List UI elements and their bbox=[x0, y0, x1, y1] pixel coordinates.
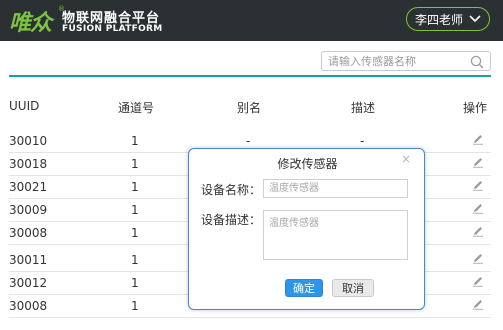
device-name-input[interactable] bbox=[263, 179, 408, 198]
user-name: 李四老师 bbox=[414, 12, 463, 27]
column-header-uuid: UUID bbox=[9, 99, 40, 113]
cell-channel: 1 bbox=[131, 299, 139, 313]
cell-channel: 1 bbox=[131, 134, 139, 148]
edit-icon[interactable] bbox=[472, 298, 484, 310]
search-box bbox=[321, 51, 491, 71]
edit-icon[interactable] bbox=[472, 156, 484, 168]
cell-channel: 1 bbox=[131, 157, 139, 171]
edit-icon[interactable] bbox=[472, 133, 484, 145]
column-header-channel: 通道号 bbox=[118, 101, 155, 115]
edit-icon[interactable] bbox=[472, 202, 484, 214]
cell-channel: 1 bbox=[131, 203, 139, 217]
cell-channel: 1 bbox=[131, 276, 139, 290]
device-description-input[interactable] bbox=[263, 210, 408, 260]
edit-icon[interactable] bbox=[472, 225, 484, 237]
edit-icon[interactable] bbox=[472, 275, 484, 287]
cell-uuid: 30008 bbox=[9, 299, 48, 313]
column-header-alias: 别名 bbox=[237, 101, 262, 115]
cell-uuid: 30010 bbox=[9, 134, 48, 148]
cell-uuid: 30009 bbox=[9, 203, 48, 217]
header-divider bbox=[9, 75, 491, 77]
cell-uuid: 30012 bbox=[9, 276, 48, 290]
column-header-description: 描述 bbox=[351, 101, 376, 115]
cell-uuid: 30018 bbox=[9, 157, 48, 171]
cell-channel: 1 bbox=[131, 226, 139, 240]
user-menu-button[interactable]: 李四老师 bbox=[406, 7, 490, 31]
chevron-down-icon bbox=[469, 15, 481, 23]
column-header-actions: 操作 bbox=[463, 101, 488, 115]
cell-channel: 1 bbox=[131, 253, 139, 267]
logo: 唯众 bbox=[9, 10, 52, 36]
device-name-label: 设备名称： bbox=[201, 183, 262, 197]
device-description-label: 设备描述： bbox=[201, 213, 262, 227]
cell-uuid: 30021 bbox=[9, 180, 48, 194]
confirm-button[interactable]: 确定 bbox=[285, 279, 323, 297]
edit-sensor-dialog: 修改传感器 × 设备名称： 设备描述： 确定 取消 bbox=[188, 148, 425, 310]
cell-alias: - bbox=[246, 134, 251, 148]
dialog-title: 修改传感器 bbox=[277, 157, 338, 171]
edit-icon[interactable] bbox=[472, 252, 484, 264]
cell-channel: 1 bbox=[131, 180, 139, 194]
top-navigation-bar: 唯众 ® 物联网融合平台 FUSION PLATFORM 李四老师 bbox=[0, 0, 503, 41]
cell-uuid: 30011 bbox=[9, 253, 48, 267]
search-input[interactable] bbox=[328, 53, 463, 69]
cell-uuid: 30008 bbox=[9, 226, 48, 240]
edit-icon[interactable] bbox=[472, 179, 484, 191]
platform-subtitle: FUSION PLATFORM bbox=[62, 24, 163, 34]
cell-description: - bbox=[360, 134, 365, 148]
search-icon[interactable] bbox=[470, 55, 484, 69]
close-icon[interactable]: × bbox=[401, 152, 411, 166]
cancel-button[interactable]: 取消 bbox=[332, 279, 374, 297]
